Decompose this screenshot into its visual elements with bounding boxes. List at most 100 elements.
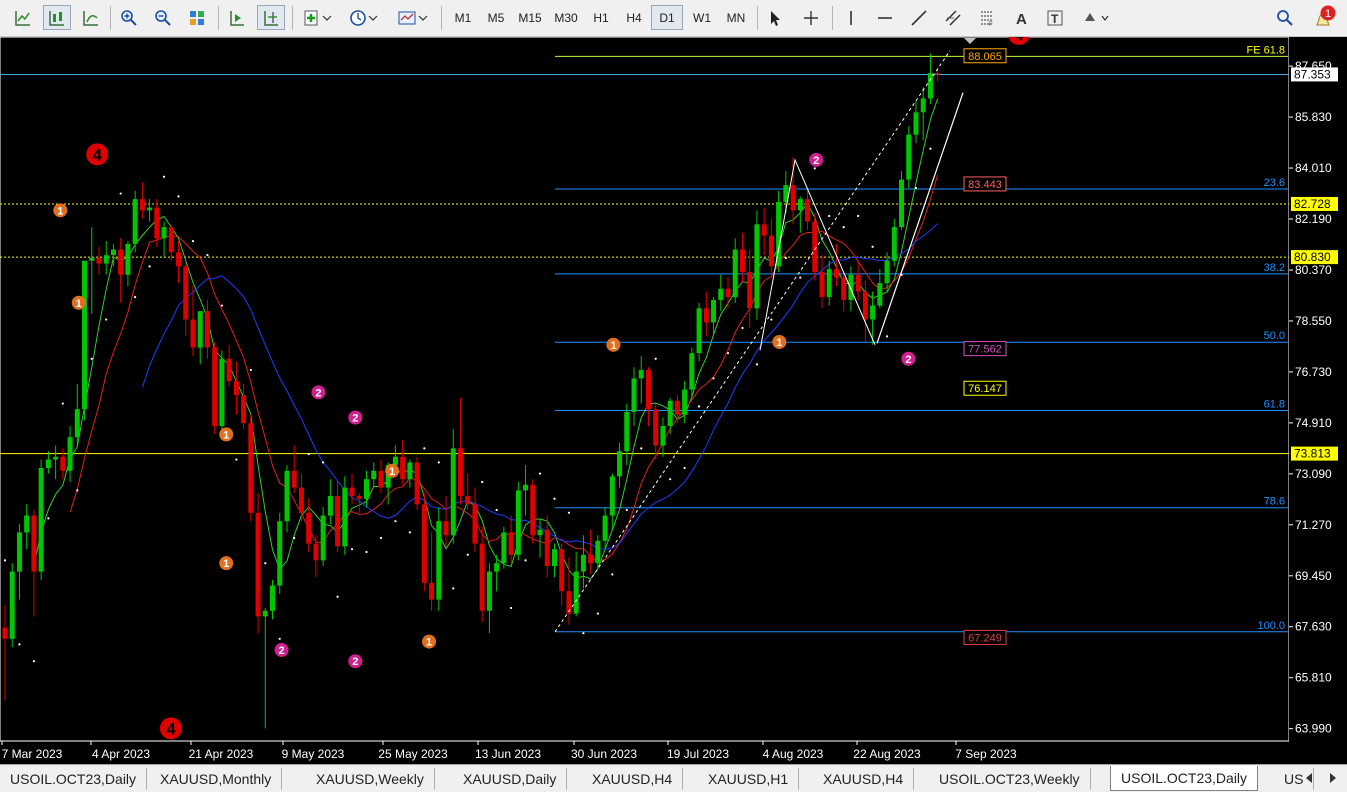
date-tick-label: 7 Mar 2023: [2, 747, 63, 761]
candle-body: [761, 224, 767, 236]
cursor-icon[interactable]: [762, 5, 788, 30]
chart-tab[interactable]: XAUUSD,H4: [813, 768, 915, 790]
chart-tab[interactable]: XAUUSD,Weekly: [306, 768, 435, 790]
search-icon[interactable]: [1272, 5, 1298, 30]
candle-body: [855, 274, 861, 292]
timeframe-h4[interactable]: H4: [618, 5, 650, 30]
wave-label: 2: [352, 413, 358, 425]
timeframe-d1[interactable]: D1: [651, 5, 683, 30]
price-chart[interactable]: FE 61.823.638.250.061.878.6100.044442222…: [0, 22, 1347, 764]
candle-body: [161, 227, 167, 239]
candle-body: [486, 571, 492, 611]
chart-tab[interactable]: USOIL.OCT23,Daily: [1110, 766, 1259, 791]
chart-tab[interactable]: USOIL.OCT23,Daily: [0, 768, 148, 790]
equidistant-channel-icon[interactable]: [940, 5, 966, 30]
candle-body: [429, 582, 435, 600]
sar-dot: [871, 245, 874, 248]
wave-label: 1: [223, 429, 229, 441]
line-chart-icon[interactable]: [10, 5, 36, 30]
candle-body: [732, 249, 738, 298]
candle-body: [233, 381, 239, 396]
tab-scroll-arrows[interactable]: [1300, 768, 1344, 788]
timeframe-m5[interactable]: M5: [480, 5, 512, 30]
date-tick-label: 13 Jun 2023: [475, 747, 541, 761]
fibonacci-icon[interactable]: F: [974, 5, 1000, 30]
candle-body: [89, 257, 95, 261]
chart-tab[interactable]: XAUUSD,Daily: [453, 768, 568, 790]
vertical-line-icon[interactable]: [838, 5, 864, 30]
candle-body: [508, 532, 514, 555]
candle-body: [624, 411, 630, 452]
zoom-in-icon[interactable]: [116, 5, 142, 30]
price-tick-label: 69.450: [1295, 569, 1332, 583]
bar-chart-icon[interactable]: [78, 5, 104, 30]
level-box-label: 67.249: [968, 632, 1002, 644]
timeframe-mn[interactable]: MN: [720, 5, 752, 30]
price-tick-label: 67.630: [1295, 620, 1332, 634]
candle-body: [870, 305, 876, 320]
chart-tab[interactable]: XAUUSD,Monthly: [150, 768, 283, 790]
trendline-icon[interactable]: [906, 5, 932, 30]
sar-dot: [582, 632, 585, 635]
chart-tab[interactable]: USOIL.OCT23,Weekly: [929, 768, 1091, 790]
candle-body: [414, 462, 420, 505]
sar-dot: [90, 357, 93, 360]
candle-body: [537, 529, 543, 536]
candle-body: [96, 257, 102, 264]
sar-dot: [18, 643, 21, 646]
timeframe-m1[interactable]: M1: [447, 5, 479, 30]
horizontal-line-icon[interactable]: [872, 5, 898, 30]
zoom-out-icon[interactable]: [150, 5, 176, 30]
notification-icon[interactable]: 1: [1310, 5, 1340, 30]
candle-body: [927, 73, 933, 99]
candle-body: [739, 249, 745, 272]
sar-dot: [567, 511, 571, 514]
chart-tab[interactable]: XAUUSD,H1: [698, 768, 800, 790]
candle-body: [609, 476, 615, 516]
toolbar: F A T 1 M1 M5 M15 M30 H1 H4 D1 W1 MN: [0, 0, 1347, 37]
text-icon[interactable]: A: [1008, 5, 1034, 30]
candle-body: [277, 521, 283, 586]
text-label-icon[interactable]: T: [1042, 5, 1068, 30]
candle-body: [313, 543, 319, 561]
sar-dot: [278, 637, 281, 640]
candle-body: [472, 504, 478, 544]
candle-chart-icon[interactable]: [43, 5, 71, 30]
timeframe-m15[interactable]: M15: [514, 5, 546, 30]
timeframe-h1[interactable]: H1: [585, 5, 617, 30]
tile-windows-icon[interactable]: [184, 5, 210, 30]
date-tick-label: 9 May 2023: [282, 747, 345, 761]
candle-body: [24, 515, 30, 533]
clock-icon[interactable]: [344, 5, 384, 30]
timeframe-m30[interactable]: M30: [550, 5, 582, 30]
chart-tab[interactable]: XAUUSD,H4: [582, 768, 684, 790]
crosshair-icon[interactable]: [798, 5, 824, 30]
candle-body: [38, 467, 44, 572]
chart-area[interactable]: FE 61.823.638.250.061.878.6100.044442222…: [0, 22, 1347, 764]
candle-body: [60, 456, 66, 471]
wave-label: 1: [426, 637, 432, 649]
candle-body: [421, 504, 427, 583]
price-label: 80.830: [1294, 250, 1331, 264]
new-order-icon[interactable]: [298, 5, 338, 30]
wave-label: 2: [813, 155, 819, 167]
candle-body: [696, 308, 702, 354]
autoscroll-icon[interactable]: [224, 5, 250, 30]
timeframe-w1[interactable]: W1: [686, 5, 718, 30]
price-tick-label: 82.190: [1295, 212, 1332, 226]
sar-dot: [538, 472, 542, 475]
candle-body: [660, 425, 666, 446]
template-icon[interactable]: [392, 5, 434, 30]
candle-body: [284, 470, 290, 522]
candle-body: [877, 283, 883, 306]
sar-dot: [350, 548, 354, 551]
candle-body: [754, 224, 760, 309]
chart-shift-icon[interactable]: [257, 5, 285, 30]
sar-dot: [177, 195, 180, 198]
sar-dot: [394, 520, 397, 523]
wave-label: 4: [166, 719, 176, 738]
fib-label: 23.6: [1264, 177, 1285, 189]
price-tick-label: 65.810: [1295, 671, 1332, 685]
arrows-icon[interactable]: [1078, 5, 1114, 30]
date-tick-label: 22 Aug 2023: [853, 747, 921, 761]
